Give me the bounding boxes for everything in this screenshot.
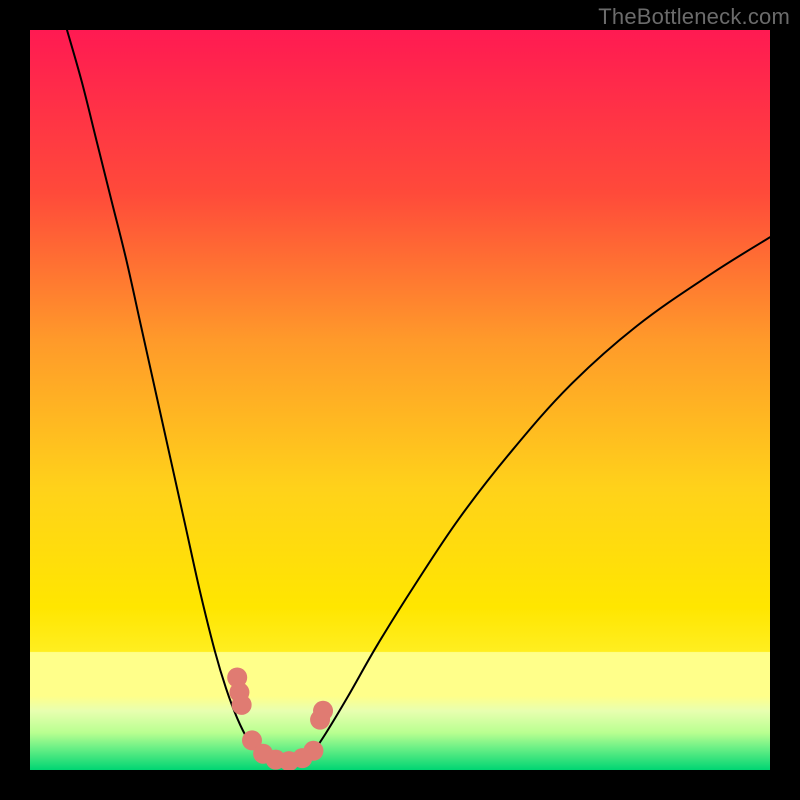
data-marker bbox=[232, 695, 252, 715]
data-marker bbox=[313, 701, 333, 721]
gradient-background bbox=[30, 30, 770, 770]
data-marker bbox=[303, 741, 323, 761]
bottleneck-chart bbox=[30, 30, 770, 770]
watermark-text: TheBottleneck.com bbox=[598, 4, 790, 30]
plot-area bbox=[30, 30, 770, 770]
chart-frame: TheBottleneck.com bbox=[0, 0, 800, 800]
